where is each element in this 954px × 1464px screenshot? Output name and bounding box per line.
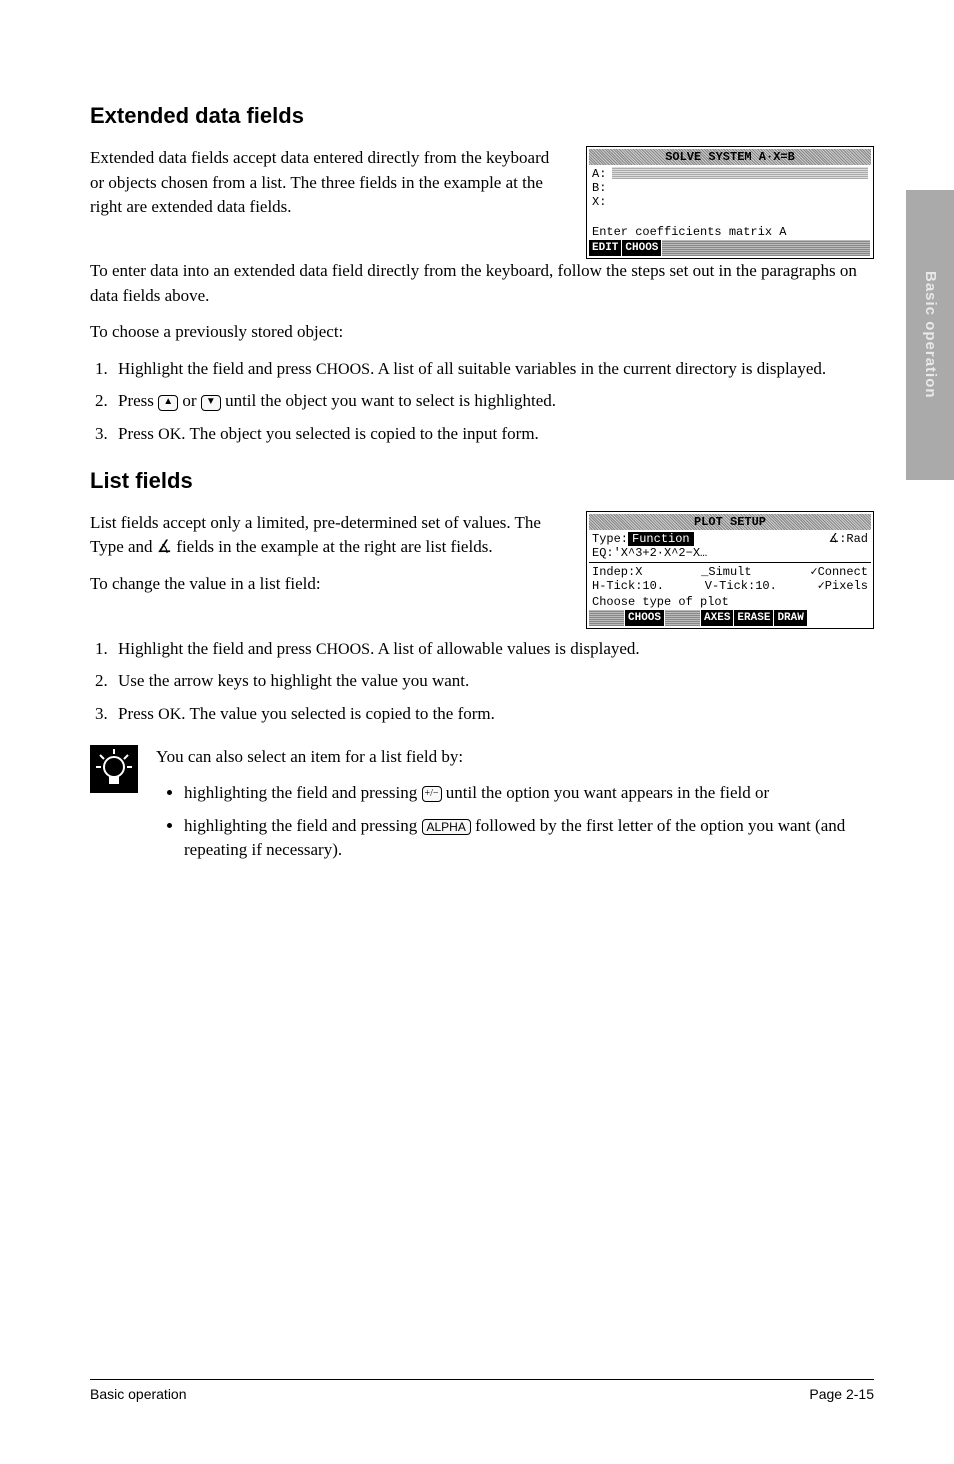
extended-p2: To enter data into an extended data fiel… — [90, 259, 874, 308]
side-tab: Basic operation — [906, 190, 954, 480]
list-intro: List fields accept only a limited, pre-d… — [90, 511, 566, 560]
screen1-menubar: EDIT CHOOS — [589, 240, 871, 256]
key-up-icon: ▲ — [158, 395, 178, 411]
key-alpha: ALPHA — [422, 819, 471, 835]
key-down-icon: ▼ — [201, 395, 221, 411]
heading-list: List fields — [90, 465, 874, 497]
heading-extended: Extended data fields — [90, 100, 874, 132]
screen1-menu-blank — [662, 240, 871, 256]
tip-lead: You can also select an item for a list f… — [156, 745, 874, 770]
page-footer: Basic operation Page 2-15 — [90, 1379, 874, 1404]
list-steps-list: Highlight the field and press CHOOS. A l… — [90, 637, 874, 727]
tip-bullet-1: highlighting the field and pressing +/− … — [184, 781, 874, 806]
footer-left: Basic operation — [90, 1384, 187, 1404]
screen2-menu-choos: CHOOS — [625, 610, 665, 626]
list-step-2: Use the arrow keys to highlight the valu… — [112, 669, 874, 694]
extended-step-2: Press ▲ or ▼ until the object you want t… — [112, 389, 874, 414]
key-plusminus-icon: +/− — [422, 786, 442, 802]
extended-p3: To choose a previously stored object: — [90, 320, 874, 345]
key-choos: CHOOS — [316, 361, 370, 378]
screen2-menubar: CHOOS AXES ERASE DRAW — [589, 610, 871, 626]
extended-intro: Extended data fields accept data entered… — [90, 146, 566, 220]
screen2-menu-axes: AXES — [701, 610, 734, 626]
tip-bullet-2: highlighting the field and pressing ALPH… — [184, 814, 874, 863]
list-step-3: Press OK. The value you selected is copi… — [112, 702, 874, 727]
key-ok: OK — [158, 426, 181, 443]
screen1-row-x: X: — [592, 195, 606, 209]
footer-right: Page 2-15 — [809, 1384, 874, 1404]
screen2-pixels: ✓Pixels — [818, 579, 868, 593]
tip-bullets: highlighting the field and pressing +/− … — [156, 781, 874, 863]
side-tab-label: Basic operation — [919, 271, 941, 399]
extended-step-1: Highlight the field and press CHOOS. A l… — [112, 357, 874, 382]
screen2-help: Choose type of plot — [589, 593, 871, 609]
screen2-htick: H-Tick:10. — [592, 579, 664, 593]
screen2-eq: EQ:'X^3+2·X^2−X… — [592, 546, 707, 560]
screen1-field-a-highlight — [612, 167, 868, 179]
list-p2: To change the value in a list field: — [90, 572, 566, 597]
screen2-type-value: Function — [628, 532, 694, 546]
tip-lightbulb-icon — [90, 745, 138, 793]
screenshot-solve-system: SOLVE SYSTEM A·X=B A: B: X: Enter coeffi… — [586, 146, 874, 259]
screenshot-plot-setup: PLOT SETUP Type:Function ∡:Rad EQ:'X^3+2… — [586, 511, 874, 629]
key-ok-2: OK — [158, 706, 181, 723]
screen1-menu-choos: CHOOS — [622, 240, 662, 256]
screen1-row-b: B: — [592, 181, 606, 195]
screen1-title: SOLVE SYSTEM A·X=B — [589, 149, 871, 165]
screen2-menu-erase: ERASE — [734, 610, 774, 626]
screen1-row-a: A: — [592, 167, 606, 181]
extended-step-3: Press OK. The object you selected is cop… — [112, 422, 874, 447]
key-choos-2: CHOOS — [316, 641, 370, 658]
list-step-1: Highlight the field and press CHOOS. A l… — [112, 637, 874, 662]
screen2-type-label: Type: — [592, 532, 628, 546]
screen1-help: Enter coefficients matrix A — [589, 223, 871, 239]
screen2-title: PLOT SETUP — [589, 514, 871, 530]
screen2-menu-draw: DRAW — [774, 610, 807, 626]
extended-steps-list: Highlight the field and press CHOOS. A l… — [90, 357, 874, 447]
screen2-vtick: V-Tick:10. — [705, 579, 777, 593]
screen1-menu-edit: EDIT — [589, 240, 622, 256]
screen2-simult: _Simult — [701, 565, 751, 579]
screen2-connect: ✓Connect — [810, 565, 868, 579]
screen2-angle: ∡:Rad — [828, 532, 868, 546]
screen2-indep: Indep:X — [592, 565, 642, 579]
